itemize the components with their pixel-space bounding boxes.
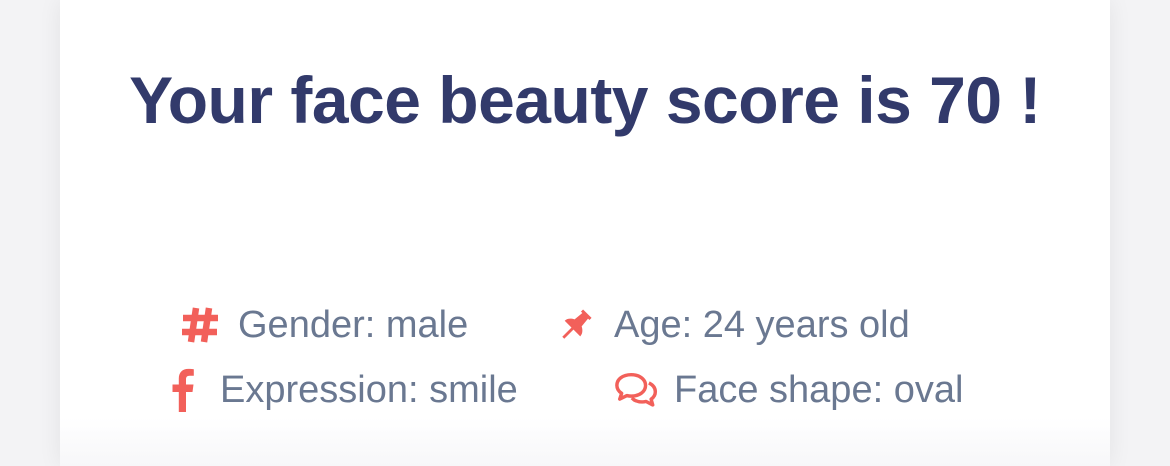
gender-label: Gender: male bbox=[238, 303, 469, 346]
expression-label: Expression: smile bbox=[220, 368, 518, 411]
card-bottom-fade bbox=[60, 418, 1110, 466]
result-card: Your face beauty score is 70 ! Gender: m… bbox=[60, 0, 1110, 466]
age-label: Age: 24 years old bbox=[614, 303, 910, 346]
hashtag-icon bbox=[178, 303, 222, 347]
face-shape-label: Face shape: oval bbox=[674, 368, 964, 411]
chat-bubbles-icon bbox=[614, 368, 658, 412]
face-attributes: Gender: male Age: 24 years old Expressio… bbox=[60, 0, 1110, 466]
page: Your face beauty score is 70 ! Gender: m… bbox=[0, 0, 1170, 466]
fact-face-shape: Face shape: oval bbox=[614, 367, 963, 413]
fact-gender: Gender: male bbox=[178, 302, 468, 348]
fact-expression: Expression: smile bbox=[164, 367, 518, 413]
pushpin-icon bbox=[554, 303, 598, 347]
facebook-f-icon bbox=[164, 368, 200, 412]
fact-age: Age: 24 years old bbox=[554, 302, 910, 348]
